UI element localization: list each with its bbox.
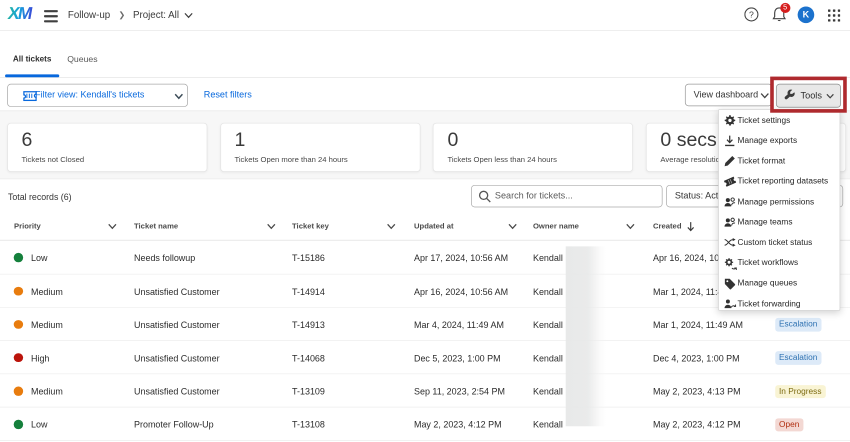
svg-text:?: ? [749,10,754,20]
svg-text:XM: XM [7,4,34,23]
